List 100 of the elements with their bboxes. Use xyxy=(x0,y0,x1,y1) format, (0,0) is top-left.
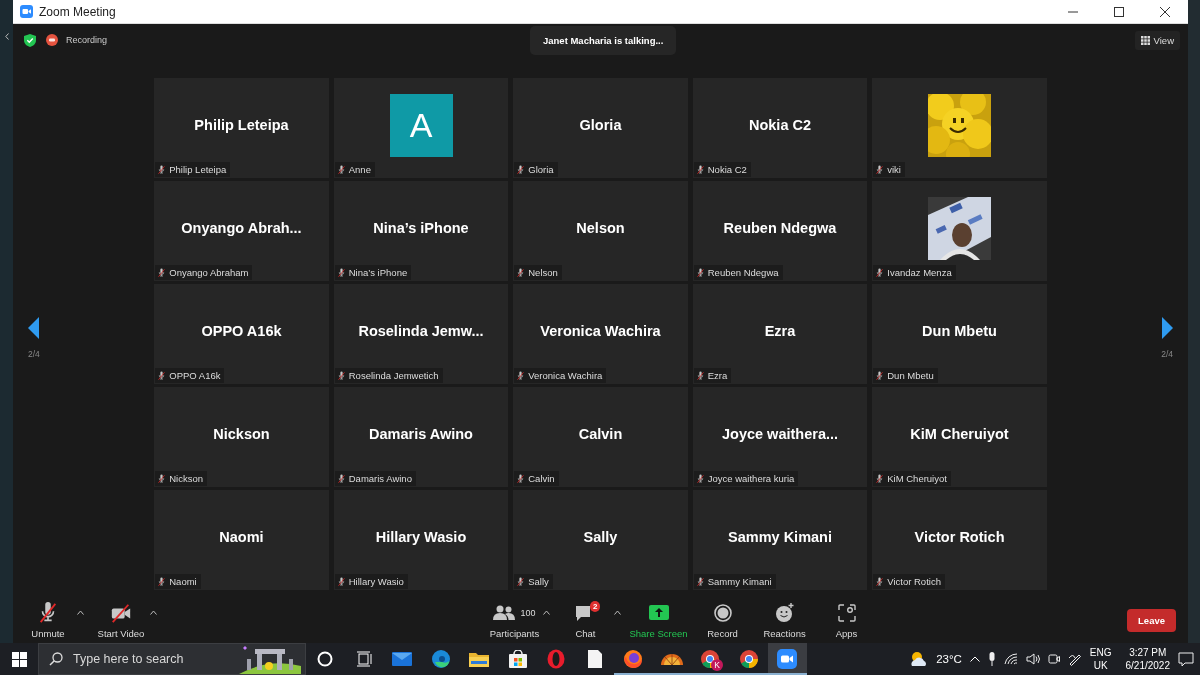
participant-name: Damaris Awino xyxy=(369,426,473,442)
chevron-icon xyxy=(4,33,9,40)
participant-label: Sammy Kimani xyxy=(707,576,772,587)
participant-label: Philip Leteipa xyxy=(169,164,227,175)
previous-page-arrow[interactable] xyxy=(28,317,40,339)
participant-label: Nina’s iPhone xyxy=(348,267,408,278)
close-icon[interactable] xyxy=(1160,6,1170,17)
caret-icon[interactable] xyxy=(77,610,84,615)
participant-label: Veronica Wachira xyxy=(528,370,603,381)
chrome-icon xyxy=(738,649,759,669)
temperature-label[interactable]: 23°C xyxy=(936,653,962,665)
participants-button[interactable]: 100 Participants xyxy=(483,600,546,641)
recording-label: Recording xyxy=(66,35,108,45)
windows-logo-icon[interactable] xyxy=(11,651,27,667)
circle-icon xyxy=(317,651,334,667)
record-button[interactable]: Record xyxy=(691,600,754,641)
chevron-up-icon[interactable] xyxy=(969,656,980,662)
taskbar-app-button[interactable]: K xyxy=(691,643,730,675)
participant-name: Calvin xyxy=(578,426,623,442)
apps-icon xyxy=(837,604,856,622)
search-bar[interactable]: Type here to search xyxy=(38,643,306,675)
participant-name: Nelson xyxy=(576,220,625,236)
participant-name: Nina’s iPhone xyxy=(373,220,469,236)
page-indicator: 2/4 xyxy=(1161,349,1173,359)
window-title: Zoom Meeting xyxy=(39,4,117,19)
zoom-app-icon xyxy=(777,649,798,669)
clock[interactable]: 3:27 PM 6/21/2022 xyxy=(1125,646,1170,672)
maximize-icon[interactable] xyxy=(1114,6,1124,17)
speaker-icon[interactable] xyxy=(1025,653,1040,665)
apps-button[interactable]: Apps xyxy=(815,600,878,641)
video-button[interactable]: Start Video xyxy=(90,600,152,641)
notification-icon[interactable] xyxy=(1178,651,1194,667)
microphone-icon[interactable] xyxy=(987,652,996,666)
wifi-icon[interactable] xyxy=(1003,653,1018,665)
unread-badge: 2 xyxy=(590,601,601,612)
document-icon xyxy=(587,650,602,668)
record-icon xyxy=(713,604,732,622)
taskbar-app-button[interactable] xyxy=(768,643,807,675)
participant-label: Naomi xyxy=(169,576,197,587)
fox-browser-icon xyxy=(623,649,644,669)
ring-icon xyxy=(547,649,566,669)
participant-label: Calvin xyxy=(528,473,555,484)
participant-label: Nickson xyxy=(169,473,204,484)
recording-icon xyxy=(46,34,58,46)
participant-label: Nelson xyxy=(528,267,558,278)
share-screen-button[interactable]: Share Screen xyxy=(625,600,692,641)
participant-label: viki xyxy=(887,164,901,175)
participant-label: Damaris Awino xyxy=(348,473,412,484)
search-field[interactable]: Type here to search xyxy=(73,652,223,666)
task-view-icon xyxy=(355,651,372,667)
participant-label: Joyce waithera kuria xyxy=(707,473,795,484)
participant-name: Dun Mbetu xyxy=(922,323,997,339)
shield-check-icon xyxy=(24,33,36,47)
participant-name: Philip Leteipa xyxy=(194,117,289,133)
participant-label: Reuben Ndegwa xyxy=(707,267,779,278)
participant-label: Gloria xyxy=(528,164,554,175)
chat-button[interactable]: 2 Chat xyxy=(554,600,617,641)
participant-name: Naomi xyxy=(219,529,264,545)
caret-icon[interactable] xyxy=(543,610,551,615)
grid-icon xyxy=(1140,35,1150,45)
page-indicator: 2/4 xyxy=(28,349,40,359)
fan-icon xyxy=(660,653,683,665)
input-language[interactable]: ENG UK xyxy=(1089,646,1112,672)
zoom-app-icon xyxy=(20,5,33,18)
participant-label: Onyango Abraham xyxy=(169,267,249,278)
participant-name: OPPO A16k xyxy=(201,323,282,339)
participant-count: 100 xyxy=(520,608,536,618)
stone-circle-drawing xyxy=(239,644,301,674)
view-button[interactable]: View xyxy=(1134,30,1180,50)
participant-name: Ezra xyxy=(764,323,796,339)
participant-name: Roselinda Jemw... xyxy=(358,323,484,339)
camera-icon[interactable] xyxy=(1047,652,1060,666)
next-page-arrow[interactable] xyxy=(1161,317,1173,339)
participant-name: Sammy Kimani xyxy=(728,529,832,545)
participant-name: Veronica Wachira xyxy=(540,323,661,339)
participant-name: KiM Cheruiyot xyxy=(910,426,1009,442)
search-icon xyxy=(49,652,63,666)
leave-button[interactable]: Leave xyxy=(1127,609,1176,632)
mute-button[interactable]: Unmute xyxy=(17,600,79,641)
video-off-icon xyxy=(110,602,132,624)
participant-name: Victor Rotich xyxy=(914,529,1005,545)
caret-icon[interactable] xyxy=(614,610,622,615)
reactions-button[interactable]: Reactions xyxy=(753,600,816,641)
pen-icon[interactable] xyxy=(1067,652,1082,666)
weather-icon[interactable] xyxy=(910,651,929,667)
participant-name: Gloria xyxy=(579,117,622,133)
participant-label: Roselinda Jemwetich xyxy=(348,370,439,381)
participant-label: Sally xyxy=(528,576,549,587)
caret-icon[interactable] xyxy=(150,610,157,615)
participant-name: Nokia C2 xyxy=(748,117,812,133)
participant-name: Sally xyxy=(583,529,618,545)
participant-label: Victor Rotich xyxy=(887,576,941,587)
participant-label: Dun Mbetu xyxy=(887,370,934,381)
participant-label: Ivandaz Menza xyxy=(887,267,952,278)
participant-name: Joyce waithera... xyxy=(721,426,839,442)
participant-label: Ezra xyxy=(707,370,728,381)
smiley-plus-icon xyxy=(774,603,795,623)
participant-label: Hillary Wasio xyxy=(348,576,404,587)
folder-icon xyxy=(469,651,490,667)
participant-label: KiM Cheruiyot xyxy=(887,473,947,484)
